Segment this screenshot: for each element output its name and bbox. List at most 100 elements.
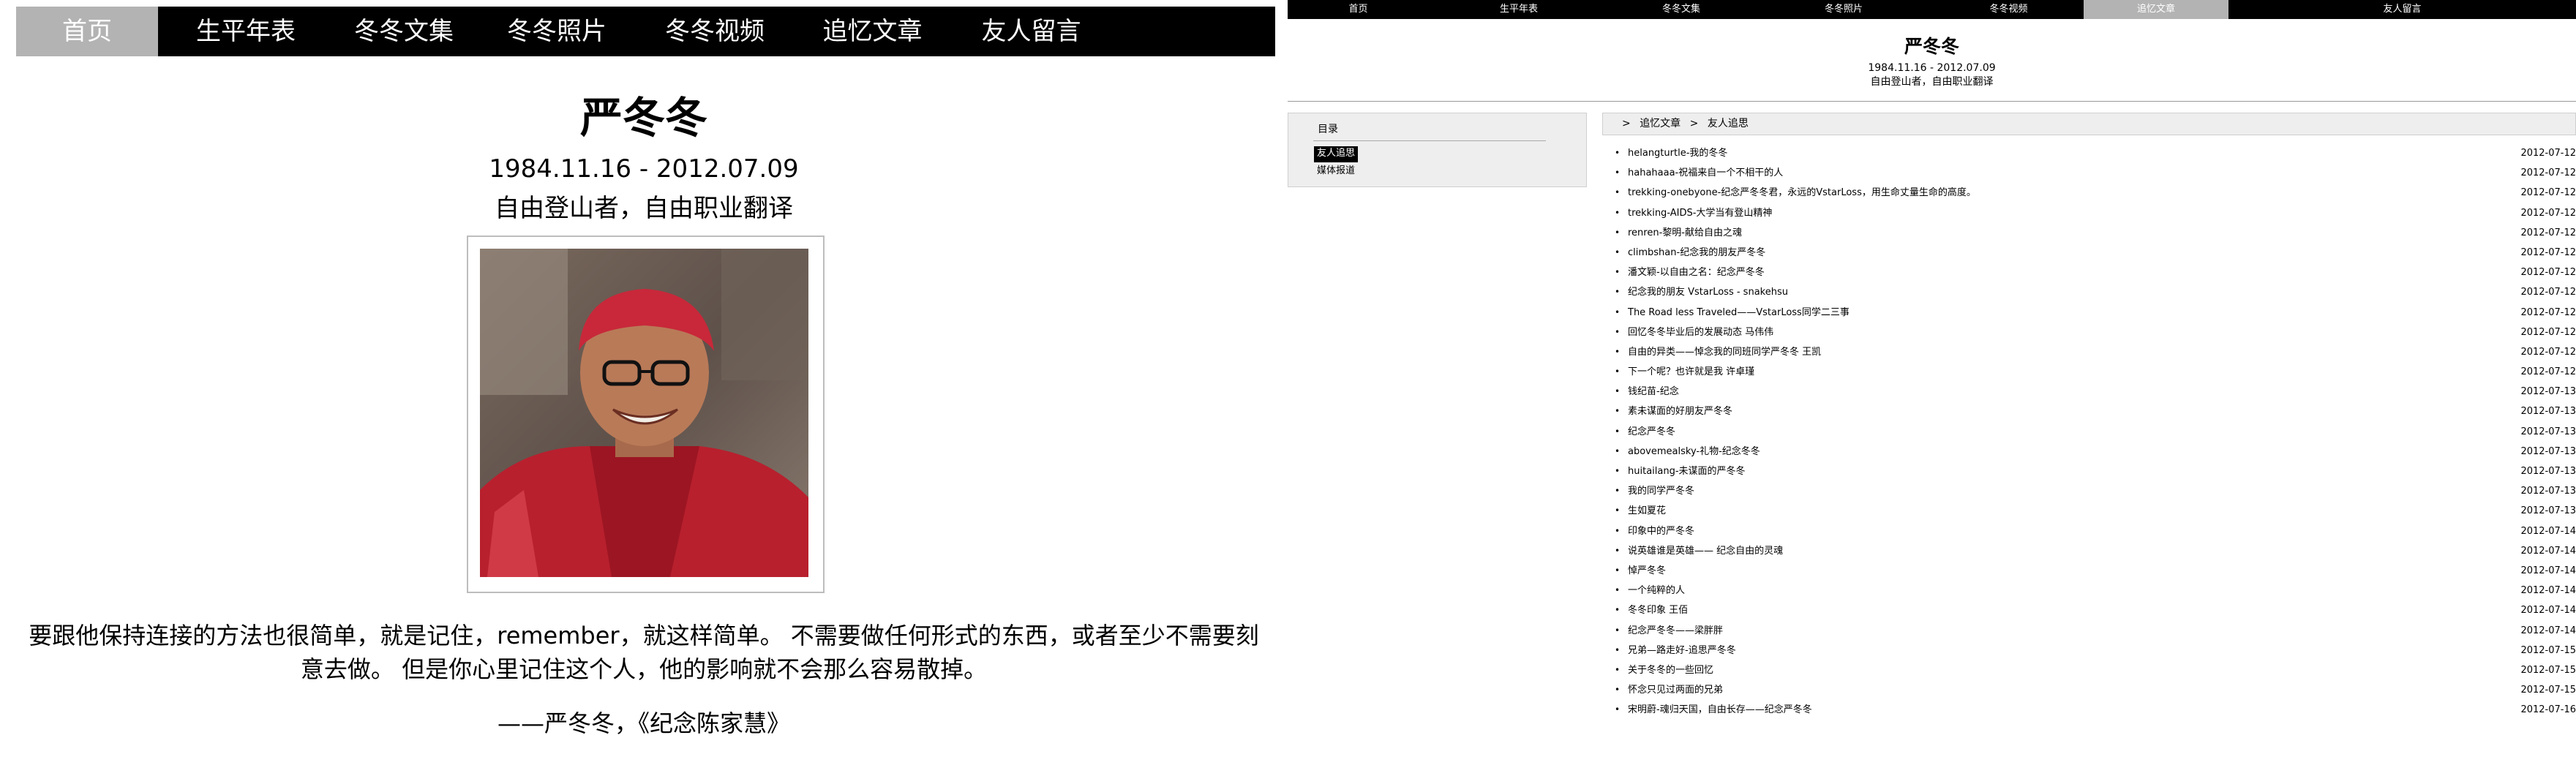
list-item: • 宋明蔚-魂归天国，自由长存——纪念严冬冬 2012-07-16	[1602, 700, 2576, 720]
list-item: • climbshan-纪念我的朋友严冬冬 2012-07-12	[1602, 243, 2576, 263]
nav-item-videos[interactable]: 冬冬视频	[1934, 0, 2084, 19]
article-link[interactable]: 我的同学严冬冬	[1628, 481, 1694, 501]
bullet-icon: •	[1615, 445, 1621, 456]
list-item: • 回忆冬冬毕业后的发展动态 马伟伟 2012-07-12	[1602, 323, 2576, 342]
article-link[interactable]: 下一个呢？也许就是我 许卓瑾	[1628, 362, 1754, 382]
article-link[interactable]: 纪念严冬冬——梁胖胖	[1628, 621, 1723, 641]
article-date: 2012-07-13	[2520, 426, 2576, 437]
page-title: 严冬冬	[579, 93, 707, 143]
list-item: • 怀念只见过两面的兄弟 2012-07-15	[1602, 680, 2576, 700]
article-link[interactable]: 素未谋面的好朋友严冬冬	[1628, 402, 1732, 421]
toc-item-friend-memorials[interactable]: 友人追思	[1314, 146, 1359, 162]
bullet-icon: •	[1615, 148, 1621, 158]
article-link[interactable]: 潘文颖-以自由之名：纪念严冬冬	[1628, 263, 1765, 282]
article-date: 2012-07-15	[2520, 685, 2576, 696]
list-item: • hahahaaa-祝福来自一个不相干的人 2012-07-12	[1602, 163, 2576, 183]
list-item: • renren-黎明-献给自由之魂 2012-07-12	[1602, 223, 2576, 243]
nav-item-writings[interactable]: 冬冬文集	[1609, 0, 1754, 19]
article-link[interactable]: 兄弟—路走好-追思严冬冬	[1628, 641, 1736, 660]
article-date: 2012-07-14	[2520, 525, 2576, 537]
article-date: 2012-07-14	[2520, 545, 2576, 557]
article-date: 2012-07-12	[2520, 306, 2576, 318]
article-link[interactable]: 宋明蔚-魂归天国，自由长存——纪念严冬冬	[1628, 700, 1812, 720]
article-link[interactable]: climbshan-纪念我的朋友严冬冬	[1628, 243, 1765, 263]
article-link[interactable]: 生如夏花	[1628, 501, 1666, 521]
article-link[interactable]: helangturtle-我的冬冬	[1628, 143, 1727, 163]
article-date: 2012-07-12	[2520, 326, 2576, 338]
article-link[interactable]: 一个纯粹的人	[1628, 581, 1685, 600]
nav-item-guestbook[interactable]: 友人留言	[2228, 0, 2576, 19]
memorial-articles-page-screenshot: 首页 生平年表 冬冬文集 冬冬照片 冬冬视频 追忆文章 友人留言 严冬冬 198…	[1288, 0, 2576, 765]
bullet-icon: •	[1615, 585, 1621, 596]
article-link[interactable]: 印象中的严冬冬	[1628, 521, 1694, 541]
nav-item-timeline[interactable]: 生平年表	[158, 7, 334, 56]
bullet-icon: •	[1615, 644, 1621, 655]
article-link[interactable]: trekking-onebyone-纪念严冬冬君，永远的VstarLoss，用生…	[1628, 183, 1976, 203]
bullet-icon: •	[1615, 187, 1621, 198]
list-item: • 我的同学严冬冬 2012-07-13	[1602, 481, 2576, 501]
nav-item-home[interactable]: 首页	[1288, 0, 1429, 19]
nav-item-memorial-articles[interactable]: 追忆文章	[790, 7, 955, 56]
article-date: 2012-07-13	[2520, 445, 2576, 457]
article-link[interactable]: abovemealsky-礼物-纪念冬冬	[1628, 442, 1760, 461]
article-link[interactable]: hahahaaa-祝福来自一个不相干的人	[1628, 163, 1783, 183]
nav-item-home[interactable]: 首页	[16, 7, 158, 56]
breadcrumb-item-memorial-articles[interactable]: 追忆文章	[1640, 118, 1681, 129]
article-date: 2012-07-16	[2520, 704, 2576, 716]
article-date: 2012-07-14	[2520, 625, 2576, 636]
bullet-icon: •	[1615, 207, 1621, 218]
home-page-screenshot: 首页 生平年表 冬冬文集 冬冬照片 冬冬视频 追忆文章 友人留言 严冬冬 198…	[0, 0, 1288, 765]
toc-item-media-reports[interactable]: 媒体报道	[1314, 164, 1358, 180]
nav-item-photos[interactable]: 冬冬照片	[1754, 0, 1934, 19]
list-item: • 冬冬印象 王佰 2012-07-14	[1602, 600, 2576, 620]
breadcrumb: > 追忆文章 > 友人追思	[1602, 113, 2576, 135]
article-link[interactable]: huitailang-未谋面的严冬冬	[1628, 461, 1746, 481]
bullet-icon: •	[1615, 565, 1621, 576]
bullet-icon: •	[1615, 386, 1621, 397]
article-link[interactable]: 怀念只见过两面的兄弟	[1628, 680, 1723, 700]
list-item: • 自由的异类——悼念我的同班同学严冬冬 王凯 2012-07-12	[1602, 342, 2576, 362]
list-item: • 悼严冬冬 2012-07-14	[1602, 561, 2576, 581]
article-date: 2012-07-14	[2520, 605, 2576, 617]
article-link[interactable]: 悼严冬冬	[1628, 561, 1666, 581]
bullet-icon: •	[1615, 625, 1621, 636]
article-date: 2012-07-12	[2520, 148, 2576, 159]
article-link[interactable]: 关于冬冬的一些回忆	[1628, 660, 1713, 680]
nav-item-photos[interactable]: 冬冬照片	[474, 7, 639, 56]
nav-item-timeline[interactable]: 生平年表	[1429, 0, 1609, 19]
list-item: • huitailang-未谋面的严冬冬 2012-07-13	[1602, 461, 2576, 481]
bullet-icon: •	[1615, 505, 1621, 516]
list-item: • 纪念我的朋友 VstarLoss - snakehsu 2012-07-12	[1602, 282, 2576, 302]
nav-item-videos[interactable]: 冬冬视频	[639, 7, 790, 56]
breadcrumb-separator: >	[1622, 118, 1631, 129]
article-date: 2012-07-14	[2520, 565, 2576, 576]
article-link[interactable]: The Road less Traveled——VstarLoss同学二三事	[1628, 303, 1850, 323]
breadcrumb-item-friend-memorials[interactable]: 友人追思	[1708, 118, 1749, 129]
article-link[interactable]: 回忆冬冬毕业后的发展动态 马伟伟	[1628, 323, 1773, 342]
list-item: • trekking-onebyone-纪念严冬冬君，永远的VstarLoss，用…	[1602, 183, 2576, 203]
article-link[interactable]: 纪念我的朋友 VstarLoss - snakehsu	[1628, 282, 1788, 302]
article-date: 2012-07-12	[2520, 267, 2576, 279]
bullet-icon: •	[1615, 426, 1621, 437]
list-item: • 兄弟—路走好-追思严冬冬 2012-07-15	[1602, 641, 2576, 660]
article-link[interactable]: renren-黎明-献给自由之魂	[1628, 223, 1742, 243]
article-link[interactable]: 钱纪苗-纪念	[1628, 382, 1679, 402]
article-link[interactable]: 自由的异类——悼念我的同班同学严冬冬 王凯	[1628, 342, 1821, 362]
page-title: 严冬冬	[1904, 36, 1959, 57]
article-link[interactable]: 纪念严冬冬	[1628, 422, 1675, 442]
article-link[interactable]: trekking-AIDS-大学当有登山精神	[1628, 203, 1772, 223]
list-item: • helangturtle-我的冬冬 2012-07-12	[1602, 143, 2576, 163]
article-link[interactable]: 冬冬印象 王佰	[1628, 600, 1688, 620]
nav-item-memorial-articles[interactable]: 追忆文章	[2084, 0, 2228, 19]
memorial-quote: 要跟他保持连接的方法也很简单，就是记住，remember，就这样简单。 不需要做…	[29, 622, 1259, 683]
bullet-icon: •	[1615, 704, 1621, 715]
article-date: 2012-07-12	[2520, 227, 2576, 238]
list-item: • 下一个呢？也许就是我 许卓瑾 2012-07-12	[1602, 362, 2576, 382]
article-link[interactable]: 说英雄谁是英雄—— 纪念自由的灵魂	[1628, 541, 1783, 561]
list-item: • 潘文颖-以自由之名：纪念严冬冬 2012-07-12	[1602, 263, 2576, 282]
nav-item-guestbook[interactable]: 友人留言	[955, 7, 1108, 56]
nav-item-writings[interactable]: 冬冬文集	[334, 7, 474, 56]
list-item: • 素未谋面的好朋友严冬冬 2012-07-13	[1602, 402, 2576, 421]
life-dates: 1984.11.16 - 2012.07.09	[489, 154, 799, 184]
article-date: 2012-07-15	[2520, 644, 2576, 656]
